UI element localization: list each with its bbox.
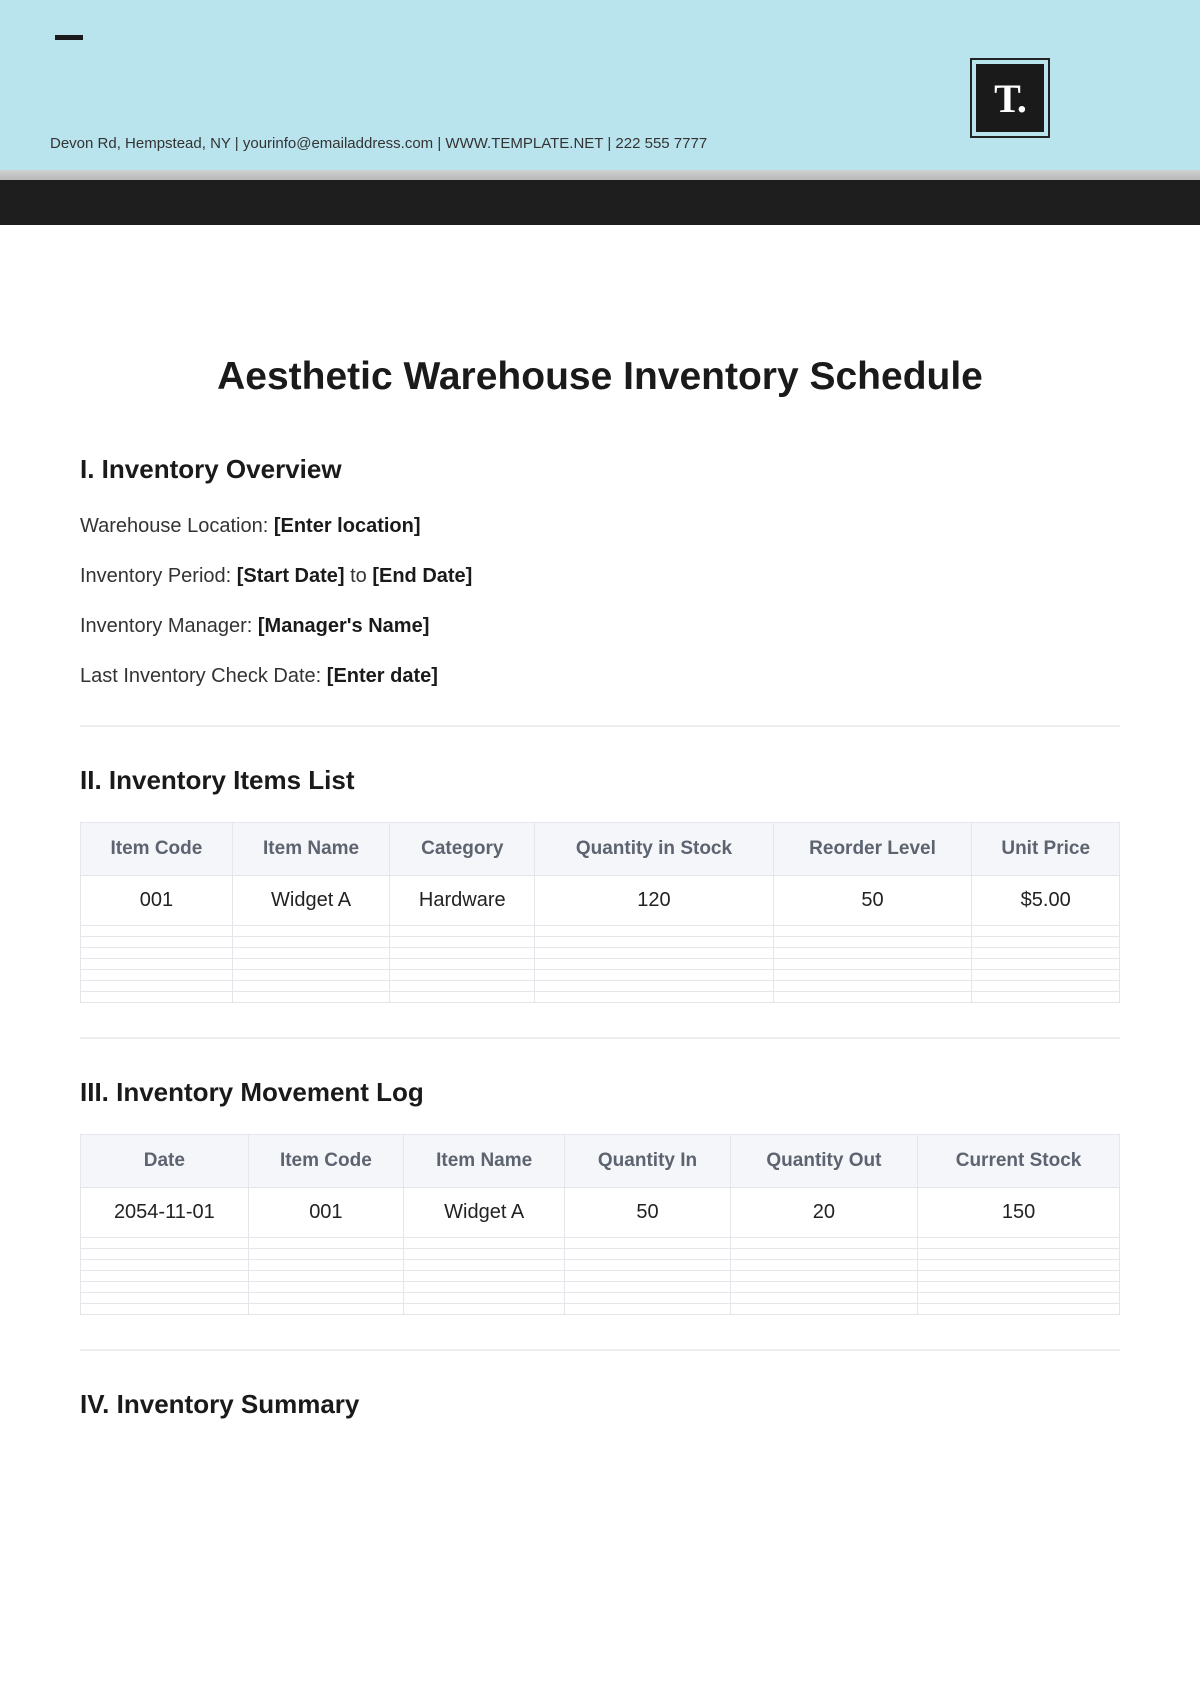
cell-item-code: 001 — [81, 876, 233, 926]
section-movement-log: III. Inventory Movement Log Date Item Co… — [80, 1077, 1120, 1315]
table-row — [81, 1282, 1120, 1293]
cell-qty-stock: 120 — [535, 876, 773, 926]
col-item-name: Item Name — [404, 1135, 565, 1188]
document-content: Aesthetic Warehouse Inventory Schedule I… — [0, 225, 1200, 1506]
section-divider — [80, 725, 1120, 727]
field-inventory-period: Inventory Period: [Start Date] to [End D… — [80, 561, 1120, 591]
table-row — [81, 937, 1120, 948]
field-label: Warehouse Location: — [80, 515, 274, 537]
field-value: [Manager's Name] — [258, 615, 429, 637]
section-heading-overview: I. Inventory Overview — [80, 454, 1120, 485]
document-title: Aesthetic Warehouse Inventory Schedule — [80, 355, 1120, 399]
table-row — [81, 970, 1120, 981]
field-value-end: [End Date] — [372, 565, 472, 587]
table-row — [81, 926, 1120, 937]
brand-logo: T. — [970, 58, 1050, 138]
cell-item-name: Widget A — [404, 1188, 565, 1238]
header-black-bar — [0, 180, 1200, 225]
col-category: Category — [390, 823, 535, 876]
section-inventory-summary: IV. Inventory Summary — [80, 1389, 1120, 1420]
minus-icon — [55, 35, 83, 40]
table-row — [81, 1304, 1120, 1315]
field-last-check-date: Last Inventory Check Date: [Enter date] — [80, 661, 1120, 691]
table-header-row: Date Item Code Item Name Quantity In Qua… — [81, 1135, 1120, 1188]
cell-category: Hardware — [390, 876, 535, 926]
table-row — [81, 992, 1120, 1003]
cell-qty-out: 20 — [730, 1188, 917, 1238]
field-value: [Enter date] — [327, 665, 438, 687]
header-gray-strip — [0, 170, 1200, 180]
table-header-row: Item Code Item Name Category Quantity in… — [81, 823, 1120, 876]
cell-reorder-level: 50 — [773, 876, 972, 926]
field-value: [Enter location] — [274, 515, 421, 537]
field-label: Last Inventory Check Date: — [80, 665, 327, 687]
cell-unit-price: $5.00 — [972, 876, 1120, 926]
col-qty-in: Quantity In — [565, 1135, 731, 1188]
movement-log-table: Date Item Code Item Name Quantity In Qua… — [80, 1134, 1120, 1315]
table-row — [81, 948, 1120, 959]
col-date: Date — [81, 1135, 249, 1188]
col-qty-stock: Quantity in Stock — [535, 823, 773, 876]
table-row — [81, 1260, 1120, 1271]
table-row — [81, 959, 1120, 970]
section-inventory-items: II. Inventory Items List Item Code Item … — [80, 765, 1120, 1003]
col-reorder-level: Reorder Level — [773, 823, 972, 876]
cell-date: 2054-11-01 — [81, 1188, 249, 1238]
brand-logo-text: T. — [976, 64, 1044, 132]
col-qty-out: Quantity Out — [730, 1135, 917, 1188]
section-inventory-overview: I. Inventory Overview Warehouse Location… — [80, 454, 1120, 691]
table-row — [81, 1293, 1120, 1304]
section-divider — [80, 1037, 1120, 1039]
col-item-code: Item Code — [81, 823, 233, 876]
field-inventory-manager: Inventory Manager: [Manager's Name] — [80, 611, 1120, 641]
section-divider — [80, 1349, 1120, 1351]
contact-info-line: Devon Rd, Hempstead, NY | yourinfo@email… — [50, 135, 707, 152]
section-heading-summary: IV. Inventory Summary — [80, 1389, 1120, 1420]
field-label: Inventory Period: — [80, 565, 237, 587]
document-header-band: T. Devon Rd, Hempstead, NY | yourinfo@em… — [0, 0, 1200, 170]
cell-item-name: Widget A — [232, 876, 390, 926]
table-row: 001 Widget A Hardware 120 50 $5.00 — [81, 876, 1120, 926]
col-item-name: Item Name — [232, 823, 390, 876]
col-unit-price: Unit Price — [972, 823, 1120, 876]
field-warehouse-location: Warehouse Location: [Enter location] — [80, 511, 1120, 541]
table-row: 2054-11-01 001 Widget A 50 20 150 — [81, 1188, 1120, 1238]
table-row — [81, 981, 1120, 992]
inventory-items-table: Item Code Item Name Category Quantity in… — [80, 822, 1120, 1003]
table-row — [81, 1249, 1120, 1260]
col-item-code: Item Code — [248, 1135, 403, 1188]
cell-current-stock: 150 — [918, 1188, 1120, 1238]
field-label: Inventory Manager: — [80, 615, 258, 637]
cell-item-code: 001 — [248, 1188, 403, 1238]
table-row — [81, 1238, 1120, 1249]
section-heading-items: II. Inventory Items List — [80, 765, 1120, 796]
section-heading-movement: III. Inventory Movement Log — [80, 1077, 1120, 1108]
field-to: to — [345, 565, 373, 587]
table-row — [81, 1271, 1120, 1282]
cell-qty-in: 50 — [565, 1188, 731, 1238]
field-value-start: [Start Date] — [237, 565, 345, 587]
col-current-stock: Current Stock — [918, 1135, 1120, 1188]
